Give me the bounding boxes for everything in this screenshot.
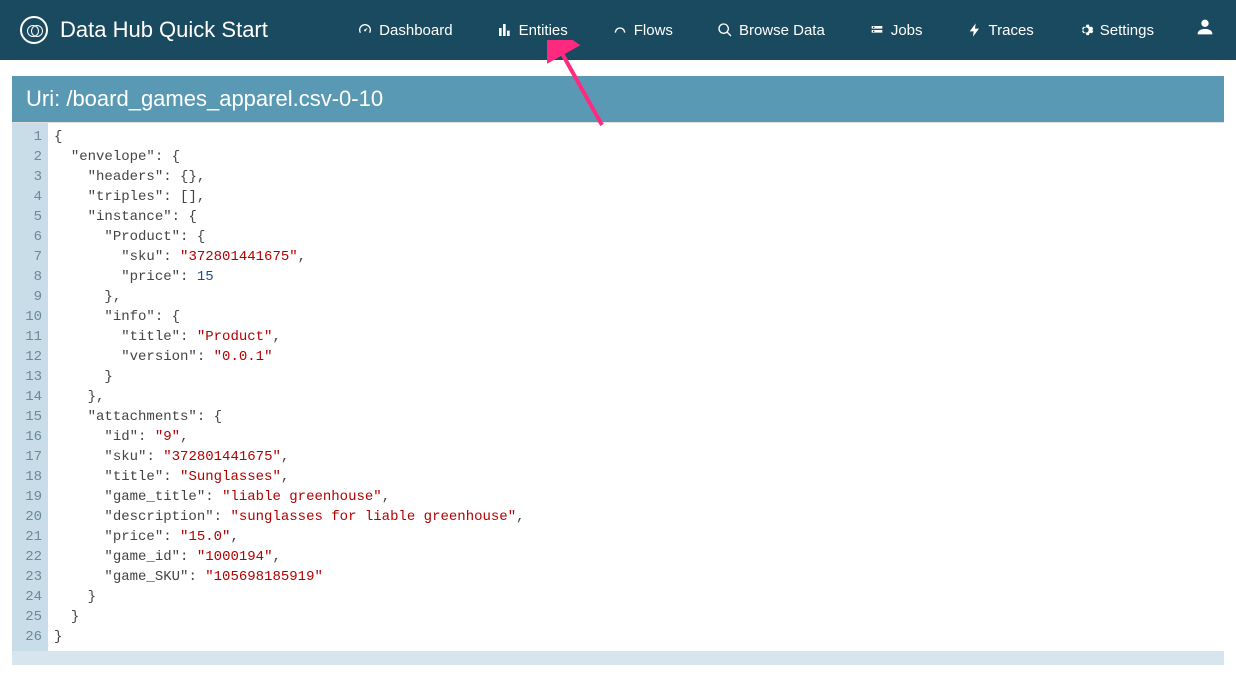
uri-bar: Uri: /board_games_apparel.csv-0-10 (12, 76, 1224, 122)
editor-footer (12, 651, 1224, 665)
code-line: "game_id": "1000194", (54, 547, 525, 567)
nav-menu: Dashboard Entities Flows Browse Data Job… (335, 16, 1216, 44)
line-number: 24 (12, 587, 42, 607)
traces-icon (967, 22, 983, 38)
nav-dashboard[interactable]: Dashboard (335, 22, 474, 39)
line-number: 21 (12, 527, 42, 547)
line-number: 2 (12, 147, 42, 167)
code-line: }, (54, 387, 525, 407)
line-number: 7 (12, 247, 42, 267)
code-line: "triples": [], (54, 187, 525, 207)
nav-entities-label: Entities (519, 22, 568, 39)
code-line: "title": "Sunglasses", (54, 467, 525, 487)
uri-label: Uri: (26, 86, 66, 111)
code-line: "headers": {}, (54, 167, 525, 187)
line-number: 8 (12, 267, 42, 287)
code-line: "game_title": "liable greenhouse", (54, 487, 525, 507)
line-number: 26 (12, 627, 42, 647)
code-line: "version": "0.0.1" (54, 347, 525, 367)
jobs-icon (869, 22, 885, 38)
line-number: 12 (12, 347, 42, 367)
dashboard-icon (357, 22, 373, 38)
line-number: 22 (12, 547, 42, 567)
logo-icon (20, 16, 48, 44)
user-icon (1194, 16, 1216, 38)
code-line: "game_SKU": "105698185919" (54, 567, 525, 587)
nav-settings-label: Settings (1100, 22, 1154, 39)
line-number: 17 (12, 447, 42, 467)
line-number: 10 (12, 307, 42, 327)
code-line: } (54, 367, 525, 387)
line-number: 15 (12, 407, 42, 427)
line-number: 23 (12, 567, 42, 587)
nav-traces[interactable]: Traces (945, 22, 1056, 39)
line-number: 9 (12, 287, 42, 307)
code-line: "price": "15.0", (54, 527, 525, 547)
line-number: 11 (12, 327, 42, 347)
nav-jobs-label: Jobs (891, 22, 923, 39)
profile-menu[interactable] (1194, 16, 1216, 44)
gear-icon (1078, 22, 1094, 38)
search-icon (717, 22, 733, 38)
nav-flows-label: Flows (634, 22, 673, 39)
nav-flows[interactable]: Flows (590, 22, 695, 39)
code-line: } (54, 587, 525, 607)
line-number: 1 (12, 127, 42, 147)
line-number: 5 (12, 207, 42, 227)
line-number: 16 (12, 427, 42, 447)
nav-browse[interactable]: Browse Data (695, 22, 847, 39)
line-number: 25 (12, 607, 42, 627)
nav-dashboard-label: Dashboard (379, 22, 452, 39)
code-line: }, (54, 287, 525, 307)
brand: Data Hub Quick Start (20, 16, 268, 44)
code-line: "attachments": { (54, 407, 525, 427)
nav-jobs[interactable]: Jobs (847, 22, 945, 39)
nav-entities[interactable]: Entities (475, 22, 590, 39)
code-line: "envelope": { (54, 147, 525, 167)
code-line: } (54, 607, 525, 627)
code-line: "title": "Product", (54, 327, 525, 347)
line-number: 14 (12, 387, 42, 407)
nav-settings[interactable]: Settings (1056, 22, 1176, 39)
line-number: 19 (12, 487, 42, 507)
line-number: 20 (12, 507, 42, 527)
line-number: 6 (12, 227, 42, 247)
code-line: "instance": { (54, 207, 525, 227)
line-number: 13 (12, 367, 42, 387)
code-line: "price": 15 (54, 267, 525, 287)
line-number: 4 (12, 187, 42, 207)
nav-traces-label: Traces (989, 22, 1034, 39)
flows-icon (612, 22, 628, 38)
code-line: "sku": "372801441675", (54, 247, 525, 267)
page-content: Uri: /board_games_apparel.csv-0-10 12345… (0, 60, 1236, 677)
code-line: "description": "sunglasses for liable gr… (54, 507, 525, 527)
line-gutter: 1234567891011121314151617181920212223242… (12, 123, 48, 651)
code-line: "sku": "372801441675", (54, 447, 525, 467)
code-editor[interactable]: 1234567891011121314151617181920212223242… (12, 122, 1224, 651)
top-navbar: Data Hub Quick Start Dashboard Entities … (0, 0, 1236, 60)
code-line: { (54, 127, 525, 147)
nav-browse-label: Browse Data (739, 22, 825, 39)
code-line: "Product": { (54, 227, 525, 247)
line-number: 18 (12, 467, 42, 487)
code-line: "id": "9", (54, 427, 525, 447)
code-line: } (54, 627, 525, 647)
entities-icon (497, 22, 513, 38)
uri-value: /board_games_apparel.csv-0-10 (66, 86, 383, 111)
app-title: Data Hub Quick Start (60, 17, 268, 43)
line-number: 3 (12, 167, 42, 187)
code-content: { "envelope": { "headers": {}, "triples"… (48, 123, 525, 651)
code-line: "info": { (54, 307, 525, 327)
